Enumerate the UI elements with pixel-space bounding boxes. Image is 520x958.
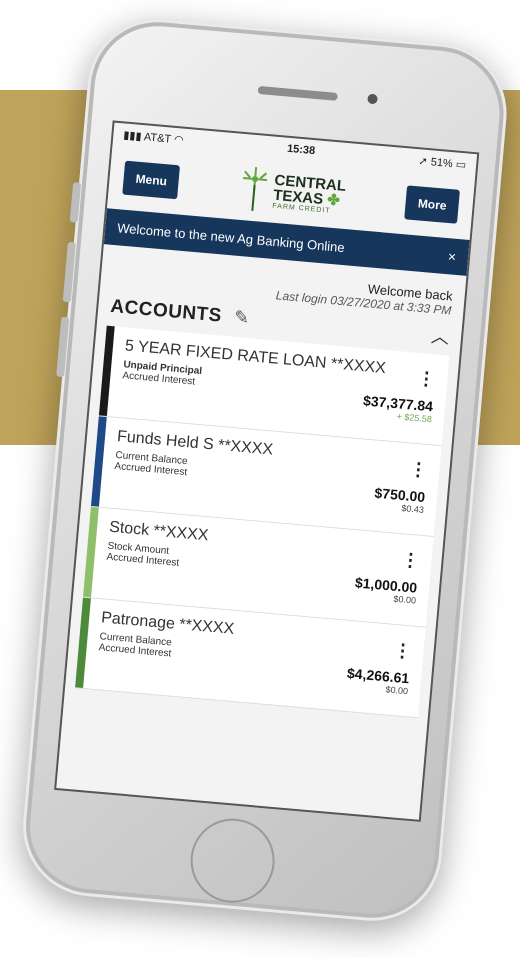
phone-screen: ▮▮▮ AT&T ◠ 15:38 ➚ 51% ▭ Menu CENTRAL TE… — [54, 120, 480, 822]
kebab-menu-icon[interactable]: ⋮ — [393, 640, 413, 661]
account-labels: Current Balance Accrued Interest — [97, 631, 173, 675]
accounts-title-group: ACCOUNTS ✎ — [109, 295, 251, 330]
brand-logo: CENTRAL TEXAS ✤ FARM CREDIT — [238, 166, 347, 219]
account-labels: Current Balance Accrued Interest — [113, 450, 189, 494]
account-values: $37,377.84 + $25.58 — [362, 392, 433, 424]
account-values: $4,266.61 $0.00 — [346, 665, 409, 696]
battery-text: 51% — [430, 155, 454, 170]
account-values: $750.00 $0.43 — [373, 485, 426, 515]
logo-leaf-icon: ✤ — [322, 190, 341, 209]
volume-down-button — [56, 316, 70, 378]
carrier-text: AT&T — [143, 130, 172, 146]
front-camera — [367, 93, 378, 105]
accounts-title: ACCOUNTS — [109, 295, 223, 327]
phone-body: ▮▮▮ AT&T ◠ 15:38 ➚ 51% ▭ Menu CENTRAL TE… — [17, 13, 513, 927]
phone-mockup: ▮▮▮ AT&T ◠ 15:38 ➚ 51% ▭ Menu CENTRAL TE… — [0, 0, 520, 958]
signal-icon: ▮▮▮ — [122, 128, 145, 143]
menu-button[interactable]: Menu — [122, 160, 181, 200]
battery-icon: ▭ — [455, 157, 467, 171]
status-time: 15:38 — [286, 142, 316, 158]
location-icon: ➚ — [418, 154, 432, 168]
logo-wordmark: CENTRAL TEXAS ✤ FARM CREDIT — [272, 171, 347, 215]
kebab-menu-icon[interactable]: ⋮ — [417, 368, 437, 389]
kebab-menu-icon[interactable]: ⋮ — [409, 459, 429, 480]
home-button[interactable] — [187, 815, 279, 907]
close-icon[interactable]: × — [447, 248, 457, 265]
mute-switch — [69, 182, 82, 223]
edit-pencil-icon[interactable]: ✎ — [233, 307, 250, 328]
account-values: $1,000.00 $0.00 — [353, 574, 417, 605]
chevron-up-icon[interactable]: ︿ — [430, 322, 450, 349]
volume-up-button — [62, 241, 76, 303]
wifi-icon: ◠ — [173, 133, 185, 147]
carrier-label: ▮▮▮ AT&T ◠ — [123, 128, 184, 146]
more-button[interactable]: More — [404, 185, 460, 224]
earpiece-speaker — [257, 85, 338, 101]
windmill-icon — [242, 166, 267, 211]
account-labels: Unpaid Principal Accrued Interest — [121, 359, 203, 404]
kebab-menu-icon[interactable]: ⋮ — [401, 549, 421, 570]
battery-indicator: ➚ 51% ▭ — [418, 154, 467, 171]
account-labels: Stock Amount Accrued Interest — [105, 541, 181, 585]
